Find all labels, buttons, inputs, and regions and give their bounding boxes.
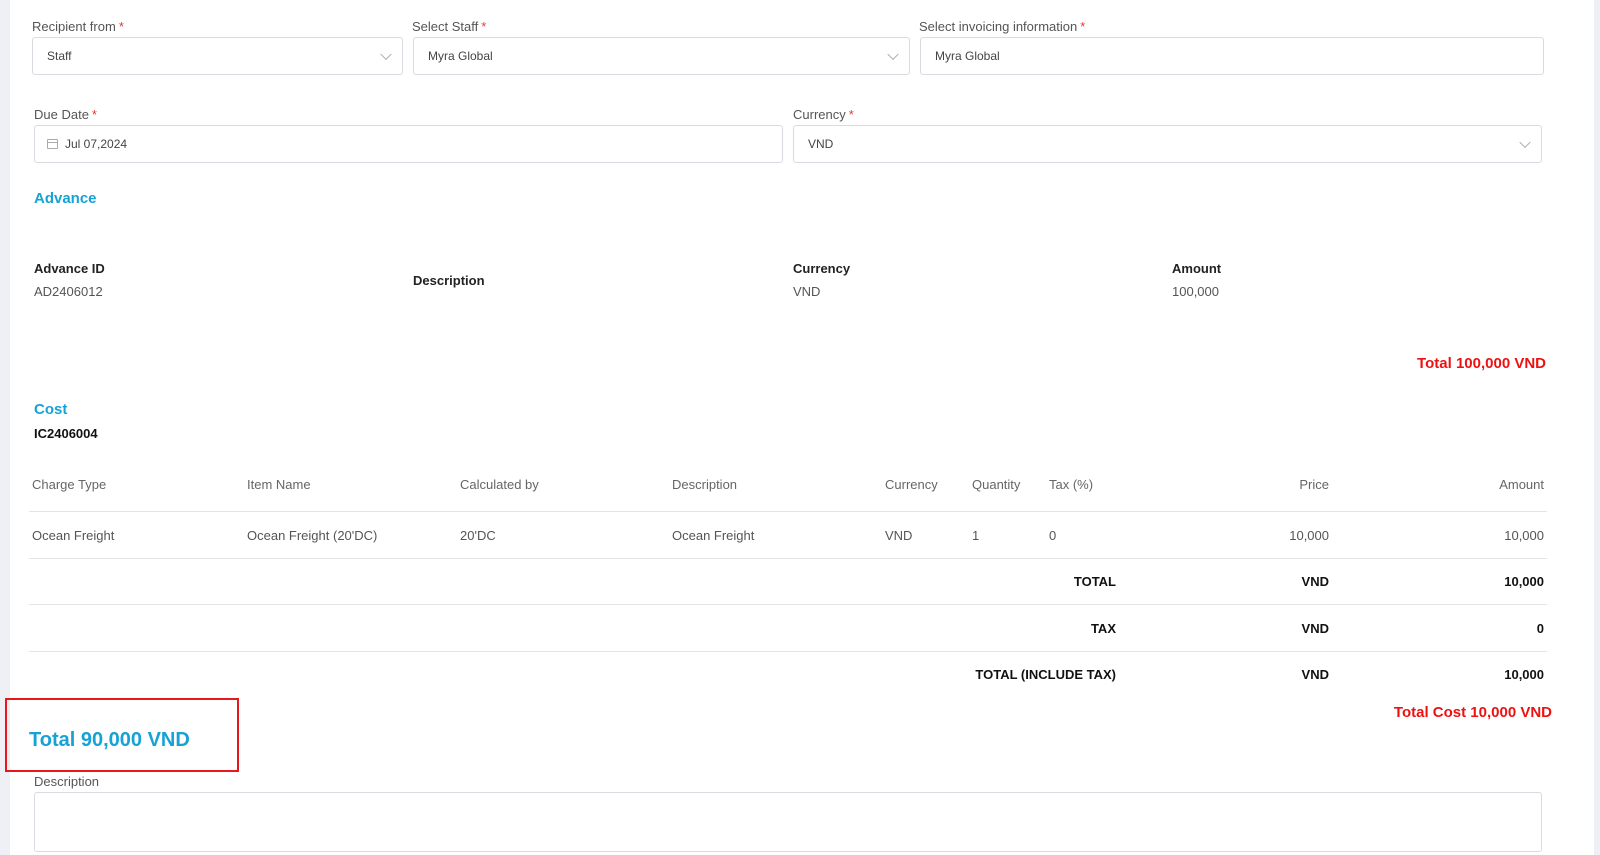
header-amount: Amount (1499, 477, 1544, 492)
advance-id-value: AD2406012 (34, 284, 103, 299)
advance-currency-value: VND (793, 284, 821, 299)
summary-include-tax-label: TOTAL (INCLUDE TAX) (975, 667, 1116, 682)
header-item-name: Item Name (247, 477, 311, 492)
header-price: Price (1299, 477, 1329, 492)
advance-description-header: Description (413, 273, 485, 288)
header-quantity: Quantity (972, 477, 1021, 492)
currency-value: VND (808, 137, 834, 151)
summary-total-label: TOTAL (1073, 574, 1116, 589)
cell-calculated-by: 20'DC (460, 528, 496, 543)
recipient-from-select[interactable]: Staff (32, 37, 403, 75)
invoicing-info-field[interactable]: Myra Global (920, 37, 1544, 75)
summary-tax-currency: VND (1301, 621, 1329, 636)
chevron-down-icon (1519, 136, 1531, 149)
cell-amount: 10,000 (1504, 528, 1544, 543)
description-textarea[interactable] (34, 792, 1542, 852)
recipient-from-label: Recipient from * (32, 19, 124, 34)
select-staff-label: Select Staff * (412, 19, 487, 34)
calendar-icon (47, 139, 58, 149)
invoicing-info-label: Select invoicing information * (919, 19, 1086, 34)
cell-price: 10,000 (1289, 528, 1329, 543)
due-date-label: Due Date * (34, 107, 97, 122)
advance-amount-value: 100,000 (1172, 284, 1219, 299)
header-currency: Currency (885, 477, 938, 492)
chevron-down-icon (887, 48, 899, 61)
cell-tax: 0 (1049, 528, 1057, 543)
advance-currency-header: Currency (793, 261, 851, 276)
due-date-picker[interactable]: Jul 07,2024 (34, 125, 783, 163)
currency-select[interactable]: VND (793, 125, 1542, 163)
summary-include-tax-value: 10,000 (1504, 667, 1544, 682)
header-charge-type: Charge Type (32, 477, 107, 492)
cost-total-value: 10,000 VND (1470, 704, 1552, 721)
divider (29, 511, 1547, 512)
header-calculated-by: Calculated by (460, 477, 539, 492)
advance-title: Advance (34, 190, 97, 207)
select-staff-select[interactable]: Myra Global (413, 37, 910, 75)
select-staff-value: Myra Global (428, 49, 493, 63)
cost-total: Total Cost 10,000 VND (1394, 704, 1552, 721)
advance-total-label: Total (1417, 355, 1452, 372)
summary-total-currency: VND (1301, 574, 1329, 589)
advance-id-header: Advance ID (34, 261, 105, 276)
cost-total-label: Total Cost (1393, 704, 1467, 721)
summary-include-tax-currency: VND (1301, 667, 1329, 682)
divider (29, 651, 1547, 652)
cell-currency: VND (885, 528, 913, 543)
summary-tax-value: 0 (1536, 621, 1544, 636)
recipient-from-value: Staff (47, 49, 72, 63)
summary-total-value: 10,000 (1504, 574, 1544, 589)
currency-label: Currency * (793, 107, 854, 122)
description-label: Description (34, 774, 100, 789)
header-description: Description (672, 477, 738, 492)
cost-code: IC2406004 (34, 426, 98, 441)
cell-description: Ocean Freight (672, 528, 755, 543)
summary-tax-label: TAX (1090, 621, 1116, 636)
divider (29, 604, 1547, 605)
divider (29, 558, 1547, 559)
advance-amount-header: Amount (1172, 261, 1222, 276)
header-tax: Tax (%) (1049, 477, 1094, 492)
grand-total: Total 90,000 VND (29, 729, 190, 751)
cell-item-name: Ocean Freight (20'DC) (247, 528, 378, 543)
cost-title: Cost (34, 401, 68, 418)
due-date-value: Jul 07,2024 (65, 137, 128, 151)
cell-quantity: 1 (972, 528, 980, 543)
advance-total: Total 100,000 VND (1417, 355, 1546, 372)
right-gutter (1594, 0, 1600, 855)
cell-charge-type: Ocean Freight (32, 528, 115, 543)
advance-total-value: 100,000 VND (1455, 355, 1546, 372)
invoicing-info-value: Myra Global (935, 49, 1000, 63)
chevron-down-icon (380, 48, 392, 61)
